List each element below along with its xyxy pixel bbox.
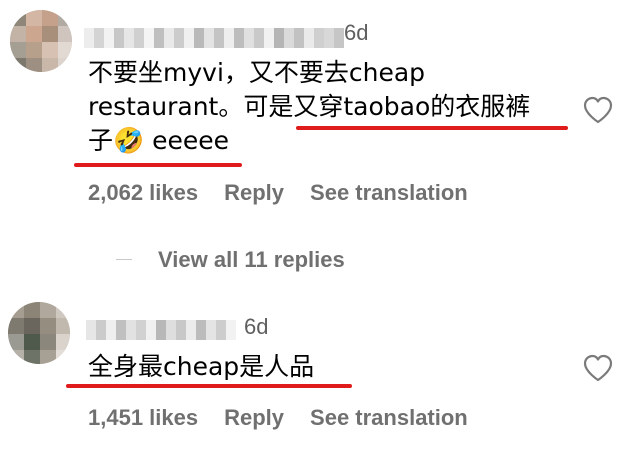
username-blurred[interactable] [84, 28, 344, 48]
username-blurred[interactable] [86, 320, 236, 340]
comment-line: 不要坐myvi，又不要去cheap [88, 58, 426, 87]
comment-text: 全身最cheap是人品 [88, 350, 508, 384]
see-translation-button[interactable]: See translation [310, 180, 468, 206]
comment-1: 6d 不要坐myvi，又不要去cheap restaurant。可是又穿taob… [0, 0, 640, 235]
comment-line: restaurant。可是又穿taobao的衣服裤 [88, 92, 531, 121]
see-translation-button[interactable]: See translation [310, 405, 468, 431]
view-replies-button[interactable]: View all 11 replies [158, 247, 345, 273]
comment-time: 6d [244, 314, 269, 339]
highlight-underline [66, 384, 352, 388]
reply-button[interactable]: Reply [224, 180, 284, 206]
comment-meta: 2,062 likes Reply See translation [88, 180, 468, 206]
avatar[interactable] [10, 10, 72, 72]
likes-count[interactable]: 2,062 likes [88, 180, 198, 206]
avatar[interactable] [8, 302, 70, 364]
highlight-underline [296, 126, 568, 130]
likes-count[interactable]: 1,451 likes [88, 405, 198, 431]
heart-outline-icon[interactable] [583, 96, 613, 124]
replies-divider [116, 259, 132, 260]
reply-button[interactable]: Reply [224, 405, 284, 431]
comment-text: 不要坐myvi，又不要去cheap restaurant。可是又穿taobao的… [88, 56, 588, 158]
heart-outline-icon[interactable] [583, 354, 613, 382]
comment-time: 6d [344, 20, 369, 45]
highlight-underline [74, 163, 242, 167]
comment-meta: 1,451 likes Reply See translation [88, 405, 468, 431]
comment-line: 全身最cheap是人品 [88, 352, 315, 381]
